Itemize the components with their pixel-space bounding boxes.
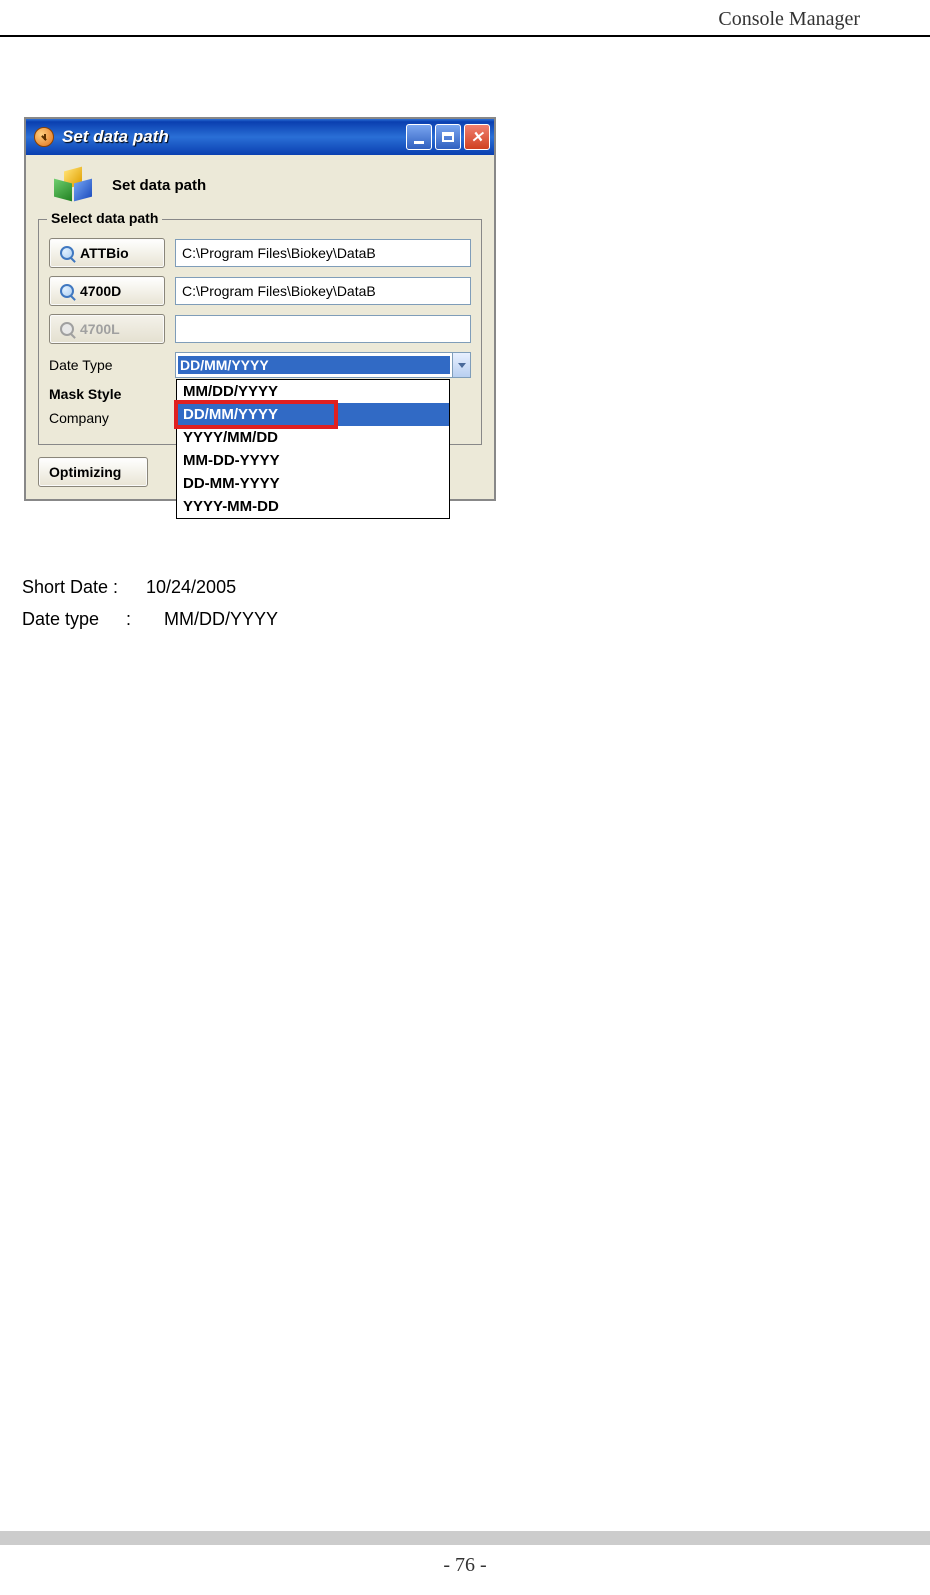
optimizing-button[interactable]: Optimizing	[38, 457, 148, 487]
magnifier-icon	[60, 284, 74, 298]
mask-style-label: Mask Style	[49, 386, 165, 402]
close-button[interactable]	[464, 124, 490, 150]
dd-option[interactable]: MM-DD-YYYY	[177, 449, 449, 472]
page-header: Console Manager	[0, 0, 930, 37]
minimize-button[interactable]	[406, 124, 432, 150]
window-header-row: Set data path	[54, 165, 482, 205]
cubes-icon	[54, 165, 94, 205]
page-number: - 76 -	[0, 1554, 930, 1577]
close-icon	[471, 128, 484, 146]
fieldset-legend: Select data path	[47, 210, 162, 226]
attbio-row: ATTBio C:\Program Files\Biokey\DataB	[49, 238, 471, 268]
4700d-row: 4700D C:\Program Files\Biokey\DataB	[49, 276, 471, 306]
short-date-label: Short Date :	[22, 571, 146, 603]
4700d-path-input[interactable]: C:\Program Files\Biokey\DataB	[175, 277, 471, 305]
magnifier-icon	[60, 322, 74, 336]
chevron-down-icon[interactable]	[452, 353, 470, 377]
4700l-row: 4700L	[49, 314, 471, 344]
date-type-dropdown: MM/DD/YYYY DD/MM/YYYY YYYY/MM/DD MM-DD-Y…	[176, 379, 450, 519]
short-date-value: 10/24/2005	[146, 571, 236, 603]
document-page: Console Manager Set data path Set data p…	[0, 0, 930, 1595]
footer-bar	[0, 1531, 930, 1545]
4700l-button-label: 4700L	[80, 321, 120, 337]
clock-icon	[34, 127, 54, 147]
magnifier-icon	[60, 246, 74, 260]
window-title: Set data path	[62, 127, 406, 147]
date-type-selected: DD/MM/YYYY	[178, 356, 450, 374]
4700l-path-input[interactable]	[175, 315, 471, 343]
dd-option[interactable]: DD-MM-YYYY	[177, 472, 449, 495]
attbio-button-label: ATTBio	[80, 245, 129, 261]
4700l-button: 4700L	[49, 314, 165, 344]
header-title: Console Manager	[718, 8, 910, 30]
date-type-combo[interactable]: DD/MM/YYYY MM/DD/YYYY DD/MM/YYYY YYYY/MM…	[175, 352, 471, 378]
date-type-row: Date Type DD/MM/YYYY MM/DD/YYYY DD/MM/YY…	[49, 352, 471, 378]
select-data-path-fieldset: Select data path ATTBio C:\Program Files…	[38, 219, 482, 445]
body-text: Short Date : 10/24/2005 Date type : MM/D…	[22, 571, 900, 636]
date-type-colon: :	[126, 603, 164, 635]
maximize-icon	[442, 132, 454, 142]
minimize-icon	[414, 141, 424, 144]
dd-option[interactable]: YYYY-MM-DD	[177, 495, 449, 518]
attbio-path-input[interactable]: C:\Program Files\Biokey\DataB	[175, 239, 471, 267]
date-type-label: Date Type	[49, 357, 165, 373]
window-body: Set data path Select data path ATTBio C:…	[26, 155, 494, 499]
titlebar[interactable]: Set data path	[26, 119, 494, 155]
dd-option[interactable]: YYYY/MM/DD	[177, 426, 449, 449]
4700d-button-label: 4700D	[80, 283, 121, 299]
date-type-text-value: MM/DD/YYYY	[164, 603, 278, 635]
company-label: Company	[49, 410, 165, 426]
window-controls	[406, 124, 490, 150]
dd-option[interactable]: DD/MM/YYYY	[177, 403, 449, 426]
optimizing-label: Optimizing	[49, 464, 121, 480]
4700d-button[interactable]: 4700D	[49, 276, 165, 306]
date-type-text-label: Date type	[22, 603, 126, 635]
dd-option[interactable]: MM/DD/YYYY	[177, 380, 449, 403]
set-data-path-window: Set data path Set data path Select data …	[24, 117, 496, 501]
attbio-button[interactable]: ATTBio	[49, 238, 165, 268]
maximize-button[interactable]	[435, 124, 461, 150]
window-header-label: Set data path	[112, 177, 206, 194]
